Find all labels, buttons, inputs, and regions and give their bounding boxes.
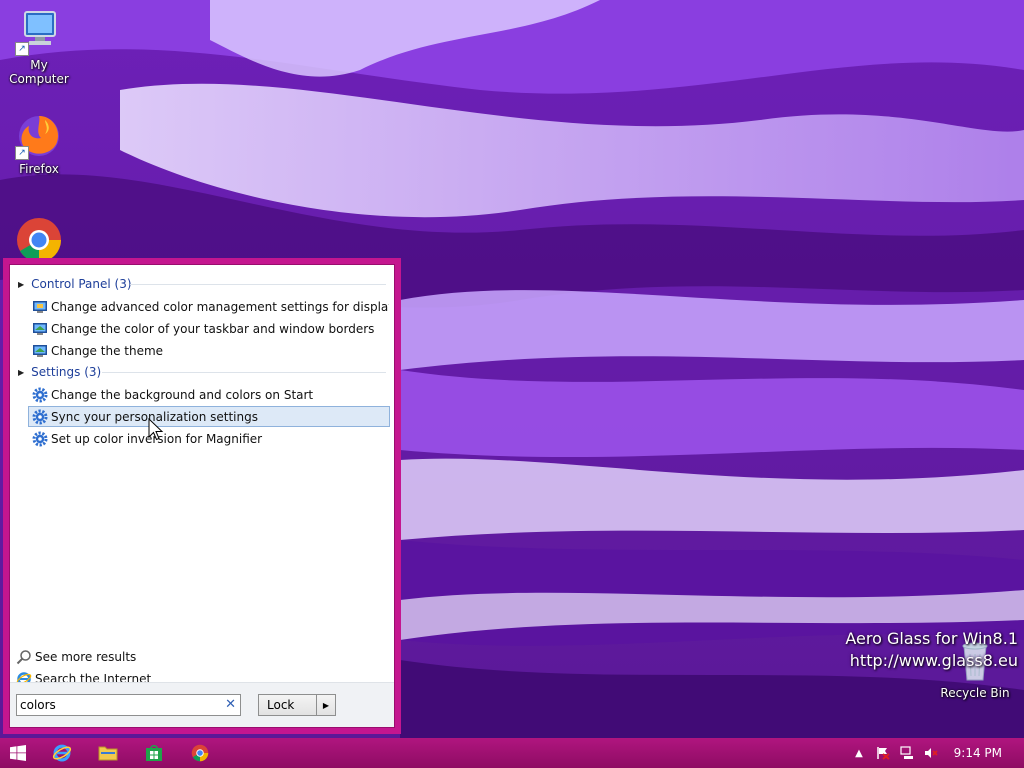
see-more-results-link[interactable]: See more results <box>16 647 136 667</box>
show-hidden-icons-chevron-icon[interactable]: ▲ <box>851 745 867 761</box>
start-icon <box>10 745 26 761</box>
desktop-icon-my-computer[interactable]: ↗ My Computer <box>0 8 79 86</box>
lock-button[interactable]: Lock ▶ <box>258 694 336 716</box>
result-item-background-colors-start[interactable]: Change the background and colors on Star… <box>28 384 390 405</box>
start-button[interactable] <box>2 741 34 765</box>
network-icon[interactable] <box>899 745 915 761</box>
volume-muted-icon[interactable] <box>923 745 939 761</box>
result-item-sync-personalization[interactable]: Sync your personalization settings <box>28 406 390 427</box>
computer-icon: ↗ <box>15 8 63 56</box>
file-explorer-icon <box>98 746 118 761</box>
chrome-icon <box>191 744 209 762</box>
result-item-taskbar-color[interactable]: Change the color of your taskbar and win… <box>28 318 390 339</box>
store-icon <box>146 745 162 761</box>
taskbar-file-explorer[interactable] <box>92 741 124 765</box>
search-box[interactable]: ✕ <box>16 694 241 716</box>
start-menu: ▶ Control Panel (3) Change advanced colo… <box>3 258 401 734</box>
group-header-label: Settings (3) <box>31 365 102 379</box>
group-header-settings[interactable]: ▶ Settings (3) <box>18 363 101 381</box>
desktop-icon-label: Recycle Bin <box>940 686 1010 700</box>
search-input[interactable] <box>20 697 210 713</box>
expand-triangle-icon: ▶ <box>18 279 25 289</box>
start-menu-results-pane: ▶ Control Panel (3) Change advanced colo… <box>9 264 395 728</box>
chrome-icon <box>15 216 63 264</box>
control-panel-display-icon <box>33 322 47 335</box>
action-center-flag-icon[interactable] <box>875 745 891 761</box>
result-item-change-theme[interactable]: Change the theme <box>28 340 390 361</box>
gear-icon <box>32 387 48 402</box>
group-header-control-panel[interactable]: ▶ Control Panel (3) <box>18 275 132 293</box>
search-area: ✕ Lock ▶ <box>10 682 394 727</box>
result-label: Change advanced color management setting… <box>51 299 389 314</box>
internet-explorer-icon <box>52 744 72 762</box>
desktop-icon-label: Firefox <box>19 162 59 176</box>
result-label: Change the color of your taskbar and win… <box>51 321 375 336</box>
result-item-magnifier-color-inversion[interactable]: Set up color inversion for Magnifier <box>28 428 390 449</box>
result-label: Change the background and colors on Star… <box>51 387 314 402</box>
group-header-label: Control Panel (3) <box>31 277 132 291</box>
lock-button-label: Lock <box>267 698 295 712</box>
control-panel-display-icon <box>33 344 47 357</box>
taskbar-chrome[interactable] <box>184 741 216 765</box>
gear-icon <box>32 409 48 424</box>
result-label: Change the theme <box>51 343 164 358</box>
result-item-color-management[interactable]: Change advanced color management setting… <box>28 296 390 317</box>
group-divider <box>130 284 386 285</box>
taskbar: ▲ 9:14 PM <box>0 738 1024 768</box>
see-more-results-label: See more results <box>35 650 137 664</box>
taskbar-internet-explorer[interactable] <box>46 741 78 765</box>
aero-glass-watermark: Aero Glass for Win8.1 http://www.glass8.… <box>845 628 1018 672</box>
watermark-line-1: Aero Glass for Win8.1 <box>845 629 1018 648</box>
expand-triangle-icon: ▶ <box>18 367 25 377</box>
power-options-arrow-icon[interactable]: ▶ <box>316 695 335 715</box>
gear-icon <box>32 431 48 446</box>
desktop-icon-label: My Computer <box>9 58 69 86</box>
control-panel-display-icon <box>33 300 47 313</box>
mouse-cursor-icon <box>148 418 164 441</box>
taskbar-store[interactable] <box>138 741 170 765</box>
shortcut-arrow-icon: ↗ <box>15 42 29 56</box>
firefox-icon: ↗ <box>15 112 63 160</box>
search-icon <box>16 650 31 665</box>
desktop-icon-firefox[interactable]: ↗ Firefox <box>0 112 79 176</box>
taskbar-clock[interactable]: 9:14 PM <box>954 746 1002 760</box>
clear-search-icon[interactable]: ✕ <box>225 697 236 712</box>
watermark-line-2: http://www.glass8.eu <box>849 651 1018 670</box>
shortcut-arrow-icon: ↗ <box>15 146 29 160</box>
group-divider <box>102 372 386 373</box>
